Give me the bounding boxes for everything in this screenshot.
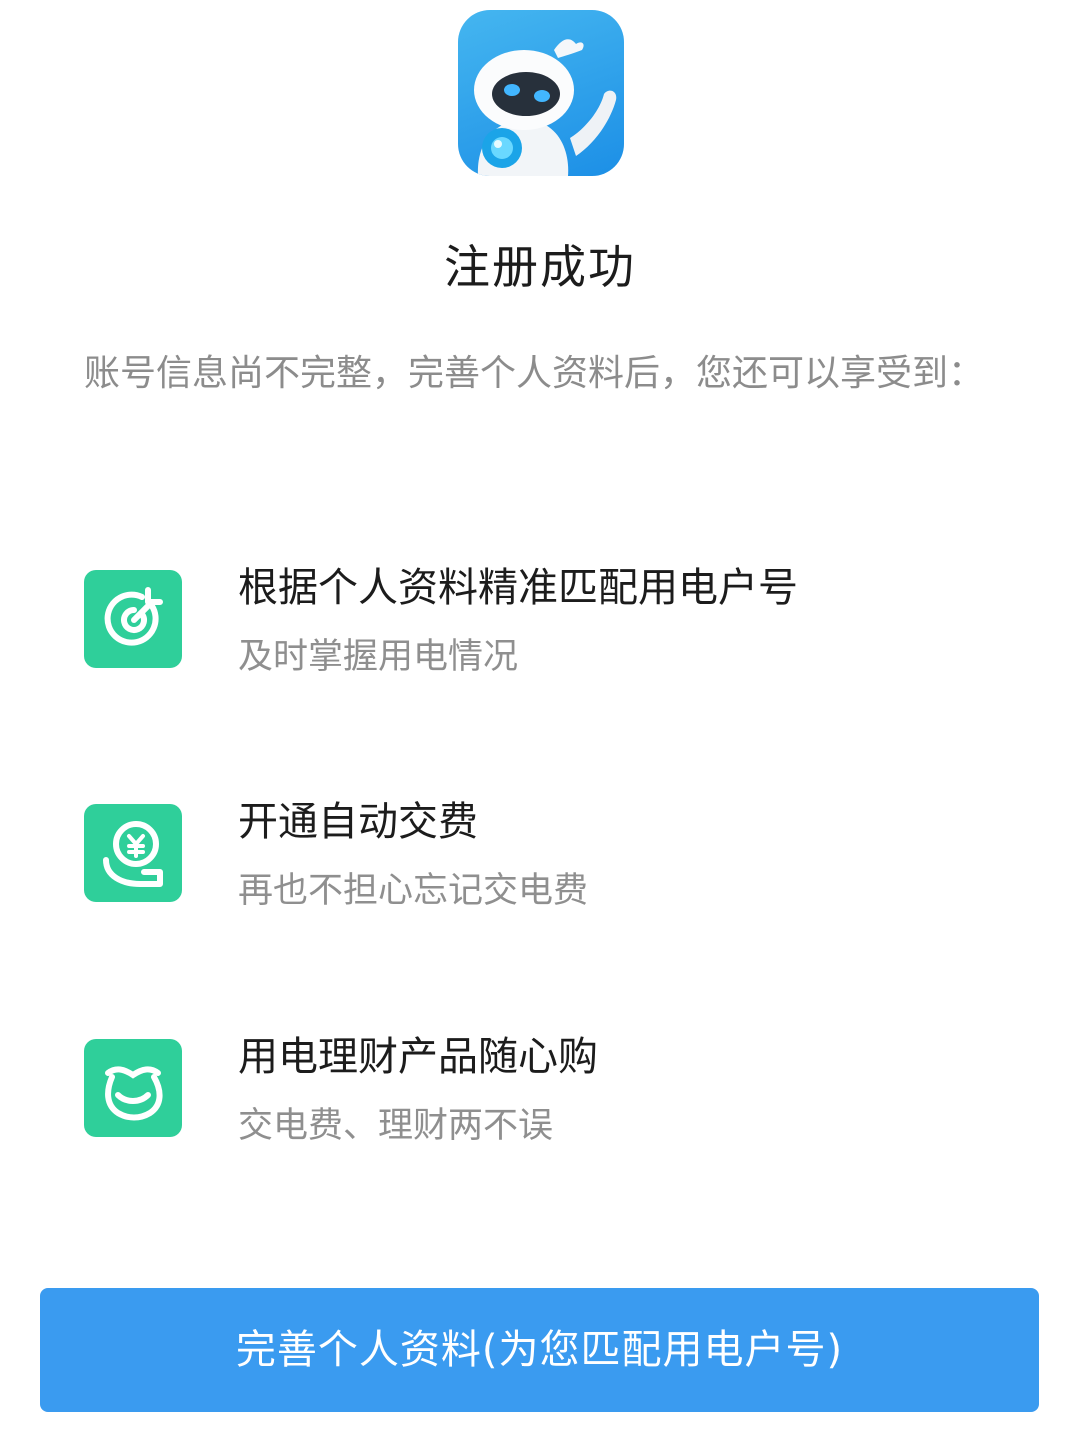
benefit-item-account-match: 根据个人资料精准匹配用电户号 及时掌握用电情况 (84, 565, 984, 680)
money-bag-icon (84, 1039, 182, 1137)
benefit-item-auto-pay: 开通自动交费 再也不担心忘记交电费 (84, 799, 984, 914)
coin-hand-icon (84, 804, 182, 902)
robot-mascot-icon (458, 10, 624, 176)
registration-success-screen: 注册成功 账号信息尚不完整，完善个人资料后，您还可以享受到： 根据个人资料精准匹… (0, 0, 1080, 1440)
benefit-item-finance: 用电理财产品随心购 交电费、理财两不误 (84, 1034, 984, 1149)
complete-profile-button[interactable]: 完善个人资料(为您匹配用电户号) (40, 1288, 1039, 1412)
benefit-title: 开通自动交费 (238, 799, 478, 845)
intro-text: 账号信息尚不完整，完善个人资料后，您还可以享受到： (84, 353, 985, 394)
benefit-title: 根据个人资料精准匹配用电户号 (238, 565, 798, 611)
page-title: 注册成功 (444, 240, 636, 294)
target-icon (84, 570, 182, 668)
benefit-description: 再也不担心忘记交电费 (238, 871, 589, 911)
benefit-title: 用电理财产品随心购 (238, 1034, 598, 1080)
benefit-description: 交电费、理财两不误 (238, 1106, 554, 1146)
benefit-description: 及时掌握用电情况 (238, 637, 519, 677)
